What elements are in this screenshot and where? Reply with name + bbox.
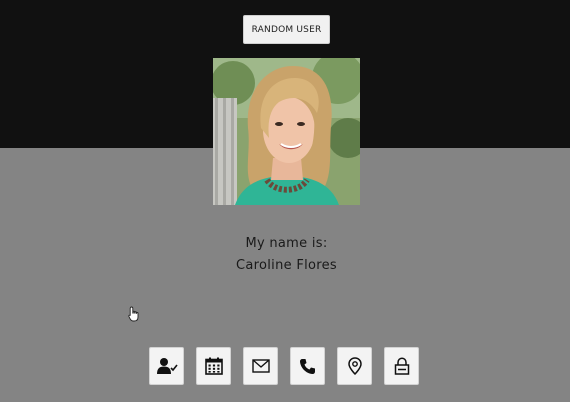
lock-icon[interactable]	[384, 347, 419, 385]
user-icon[interactable]	[149, 347, 184, 385]
location-icon[interactable]	[337, 347, 372, 385]
info-icon-bar	[149, 347, 419, 385]
hand-pointer-icon	[128, 306, 139, 322]
info-value: Caroline Flores	[235, 258, 338, 273]
info-label: My name is:	[245, 236, 328, 251]
calendar-icon[interactable]	[196, 347, 231, 385]
user-photo	[213, 58, 360, 205]
random-user-button[interactable]: Random User	[243, 15, 330, 44]
email-icon[interactable]	[243, 347, 278, 385]
phone-icon[interactable]	[290, 347, 325, 385]
